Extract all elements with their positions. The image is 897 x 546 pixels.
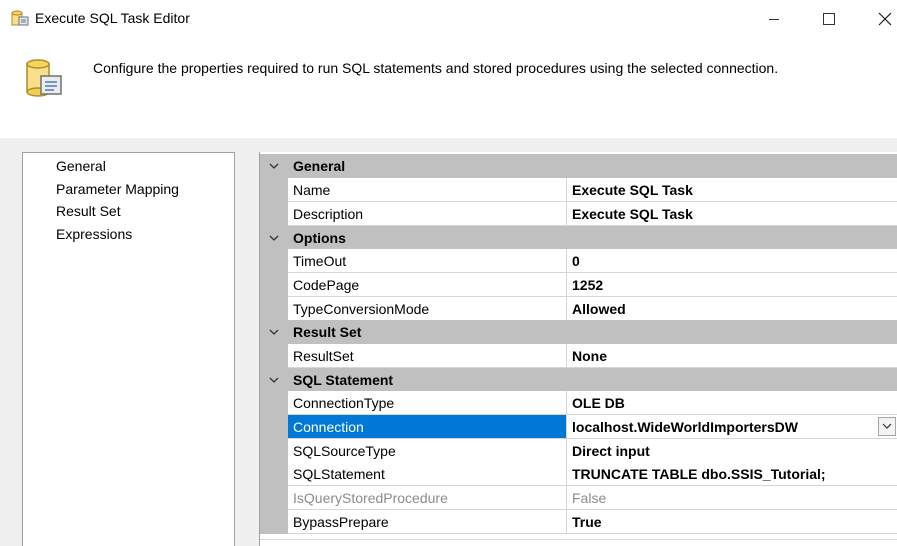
property-value[interactable]: Execute SQL Task	[567, 178, 897, 202]
property-value[interactable]: 0	[567, 249, 897, 273]
property-row-sqlsourcetype[interactable]: SQLSourceType Direct input	[260, 439, 897, 463]
property-row-codepage[interactable]: CodePage 1252	[260, 273, 897, 297]
property-value: False	[567, 486, 897, 510]
maximize-button[interactable]	[806, 0, 852, 38]
chevron-down-icon[interactable]	[269, 234, 279, 242]
category-options[interactable]: Options	[260, 226, 897, 250]
property-name: CodePage	[288, 273, 567, 297]
property-name: TypeConversionMode	[288, 297, 567, 321]
category-result-set[interactable]: Result Set	[260, 320, 897, 344]
property-name: BypassPrepare	[288, 510, 567, 534]
nav-item-parameter-mapping[interactable]: Parameter Mapping	[56, 181, 179, 197]
property-value[interactable]: True	[567, 510, 897, 534]
property-row-connection[interactable]: Connection localhost.WideWorldImportersD…	[260, 415, 897, 439]
chevron-down-icon[interactable]	[269, 376, 279, 384]
header-description: Configure the properties required to run…	[93, 60, 779, 76]
connection-select[interactable]: localhost.WideWorldImportersDW	[567, 415, 897, 439]
sql-task-large-icon	[26, 59, 62, 97]
property-row-bypassprepare[interactable]: BypassPrepare True	[260, 510, 897, 534]
property-value[interactable]: Execute SQL Task	[567, 202, 897, 226]
property-value[interactable]: TRUNCATE TABLE dbo.SSIS_Tutorial;	[567, 462, 897, 486]
chevron-down-icon[interactable]	[269, 328, 279, 336]
category-label: Result Set	[293, 324, 362, 340]
property-grid: General Name Execute SQL Task Descriptio…	[259, 152, 897, 546]
editor-header: Configure the properties required to run…	[0, 38, 897, 138]
category-sql-statement[interactable]: SQL Statement	[260, 368, 897, 392]
minimize-button[interactable]	[751, 0, 797, 38]
property-row-timeout[interactable]: TimeOut 0	[260, 249, 897, 273]
property-row-name[interactable]: Name Execute SQL Task	[260, 178, 897, 202]
category-label: Options	[293, 230, 346, 246]
property-value[interactable]: 1252	[567, 273, 897, 297]
property-name: Connection	[288, 415, 567, 439]
property-name: IsQueryStoredProcedure	[288, 486, 567, 510]
property-row-isquerystoredprocedure: IsQueryStoredProcedure False	[260, 486, 897, 510]
property-name: SQLStatement	[288, 462, 567, 486]
sql-task-icon	[11, 10, 29, 26]
window-title: Execute SQL Task Editor	[35, 10, 190, 26]
chevron-down-icon	[882, 423, 892, 429]
property-row-typeconversionmode[interactable]: TypeConversionMode Allowed	[260, 297, 897, 321]
property-row-resultset[interactable]: ResultSet None	[260, 344, 897, 368]
title-bar: Execute SQL Task Editor	[0, 0, 897, 38]
property-row-description[interactable]: Description Execute SQL Task	[260, 202, 897, 226]
nav-item-result-set[interactable]: Result Set	[56, 203, 121, 219]
close-button[interactable]	[862, 0, 897, 38]
nav-item-expressions[interactable]: Expressions	[56, 226, 132, 242]
property-value[interactable]: None	[567, 344, 897, 368]
property-value[interactable]: Direct input	[567, 439, 897, 463]
property-name: ConnectionType	[288, 391, 567, 415]
property-value[interactable]: OLE DB	[567, 391, 897, 415]
page-navigation: General Parameter Mapping Result Set Exp…	[22, 152, 235, 546]
category-general[interactable]: General	[260, 154, 897, 178]
nav-item-general[interactable]: General	[56, 158, 106, 174]
property-name: Description	[288, 202, 567, 226]
property-value: localhost.WideWorldImportersDW	[572, 419, 798, 435]
property-row-connectiontype[interactable]: ConnectionType OLE DB	[260, 391, 897, 415]
category-label: General	[293, 158, 346, 174]
property-name: Name	[288, 178, 567, 202]
minimize-icon	[769, 18, 779, 20]
property-name: ResultSet	[288, 344, 567, 368]
chevron-down-icon[interactable]	[269, 162, 279, 170]
close-icon	[878, 12, 892, 26]
property-name: SQLSourceType	[288, 439, 567, 463]
category-label: SQL Statement	[293, 372, 394, 388]
property-value[interactable]: Allowed	[567, 297, 897, 321]
maximize-icon	[823, 13, 835, 25]
connection-dropdown-button[interactable]	[878, 417, 896, 436]
property-name: TimeOut	[288, 249, 567, 273]
property-row-sqlstatement[interactable]: SQLStatement TRUNCATE TABLE dbo.SSIS_Tut…	[260, 462, 897, 486]
